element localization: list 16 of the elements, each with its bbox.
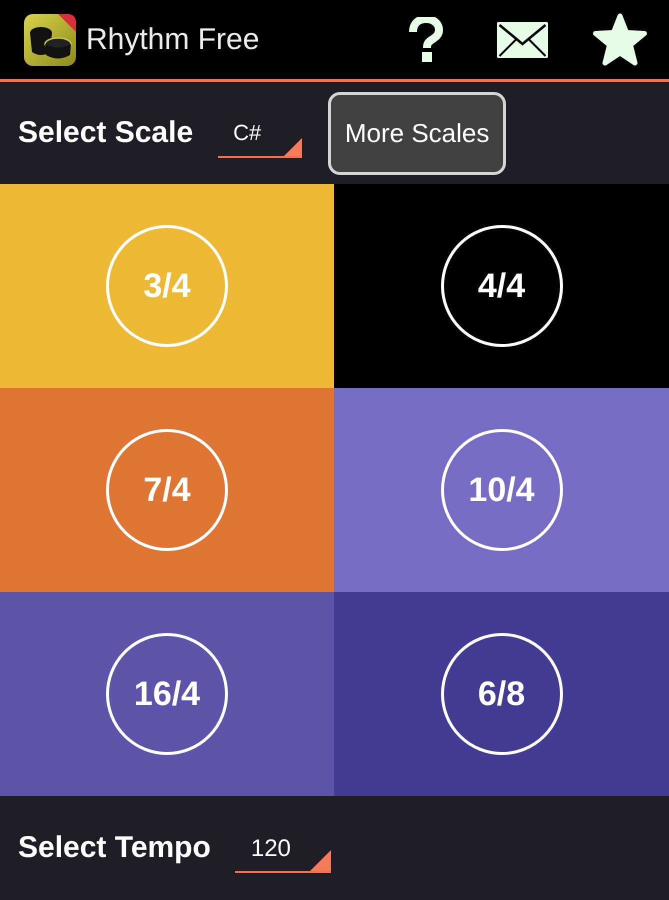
select-scale-label: Select Scale <box>18 118 194 148</box>
dropdown-corner-icon <box>284 138 302 156</box>
mail-icon[interactable] <box>497 22 548 58</box>
time-signature-button[interactable]: 10/4 <box>440 429 562 551</box>
tempo-dropdown[interactable]: 120 <box>234 835 331 873</box>
dropdown-corner-icon <box>310 850 331 871</box>
scale-dropdown[interactable]: C# <box>218 120 302 158</box>
more-scales-button[interactable]: More Scales <box>328 92 506 174</box>
app-title: Rhythm Free <box>86 24 260 54</box>
help-icon[interactable] <box>408 17 443 62</box>
star-icon[interactable] <box>592 12 648 66</box>
time-signature-button[interactable]: 4/4 <box>440 225 562 347</box>
drum-logo-icon <box>24 14 76 66</box>
time-signature-button[interactable]: 16/4 <box>106 633 228 755</box>
time-signature-button[interactable]: 6/8 <box>440 633 562 755</box>
select-tempo-label: Select Tempo <box>18 833 211 863</box>
